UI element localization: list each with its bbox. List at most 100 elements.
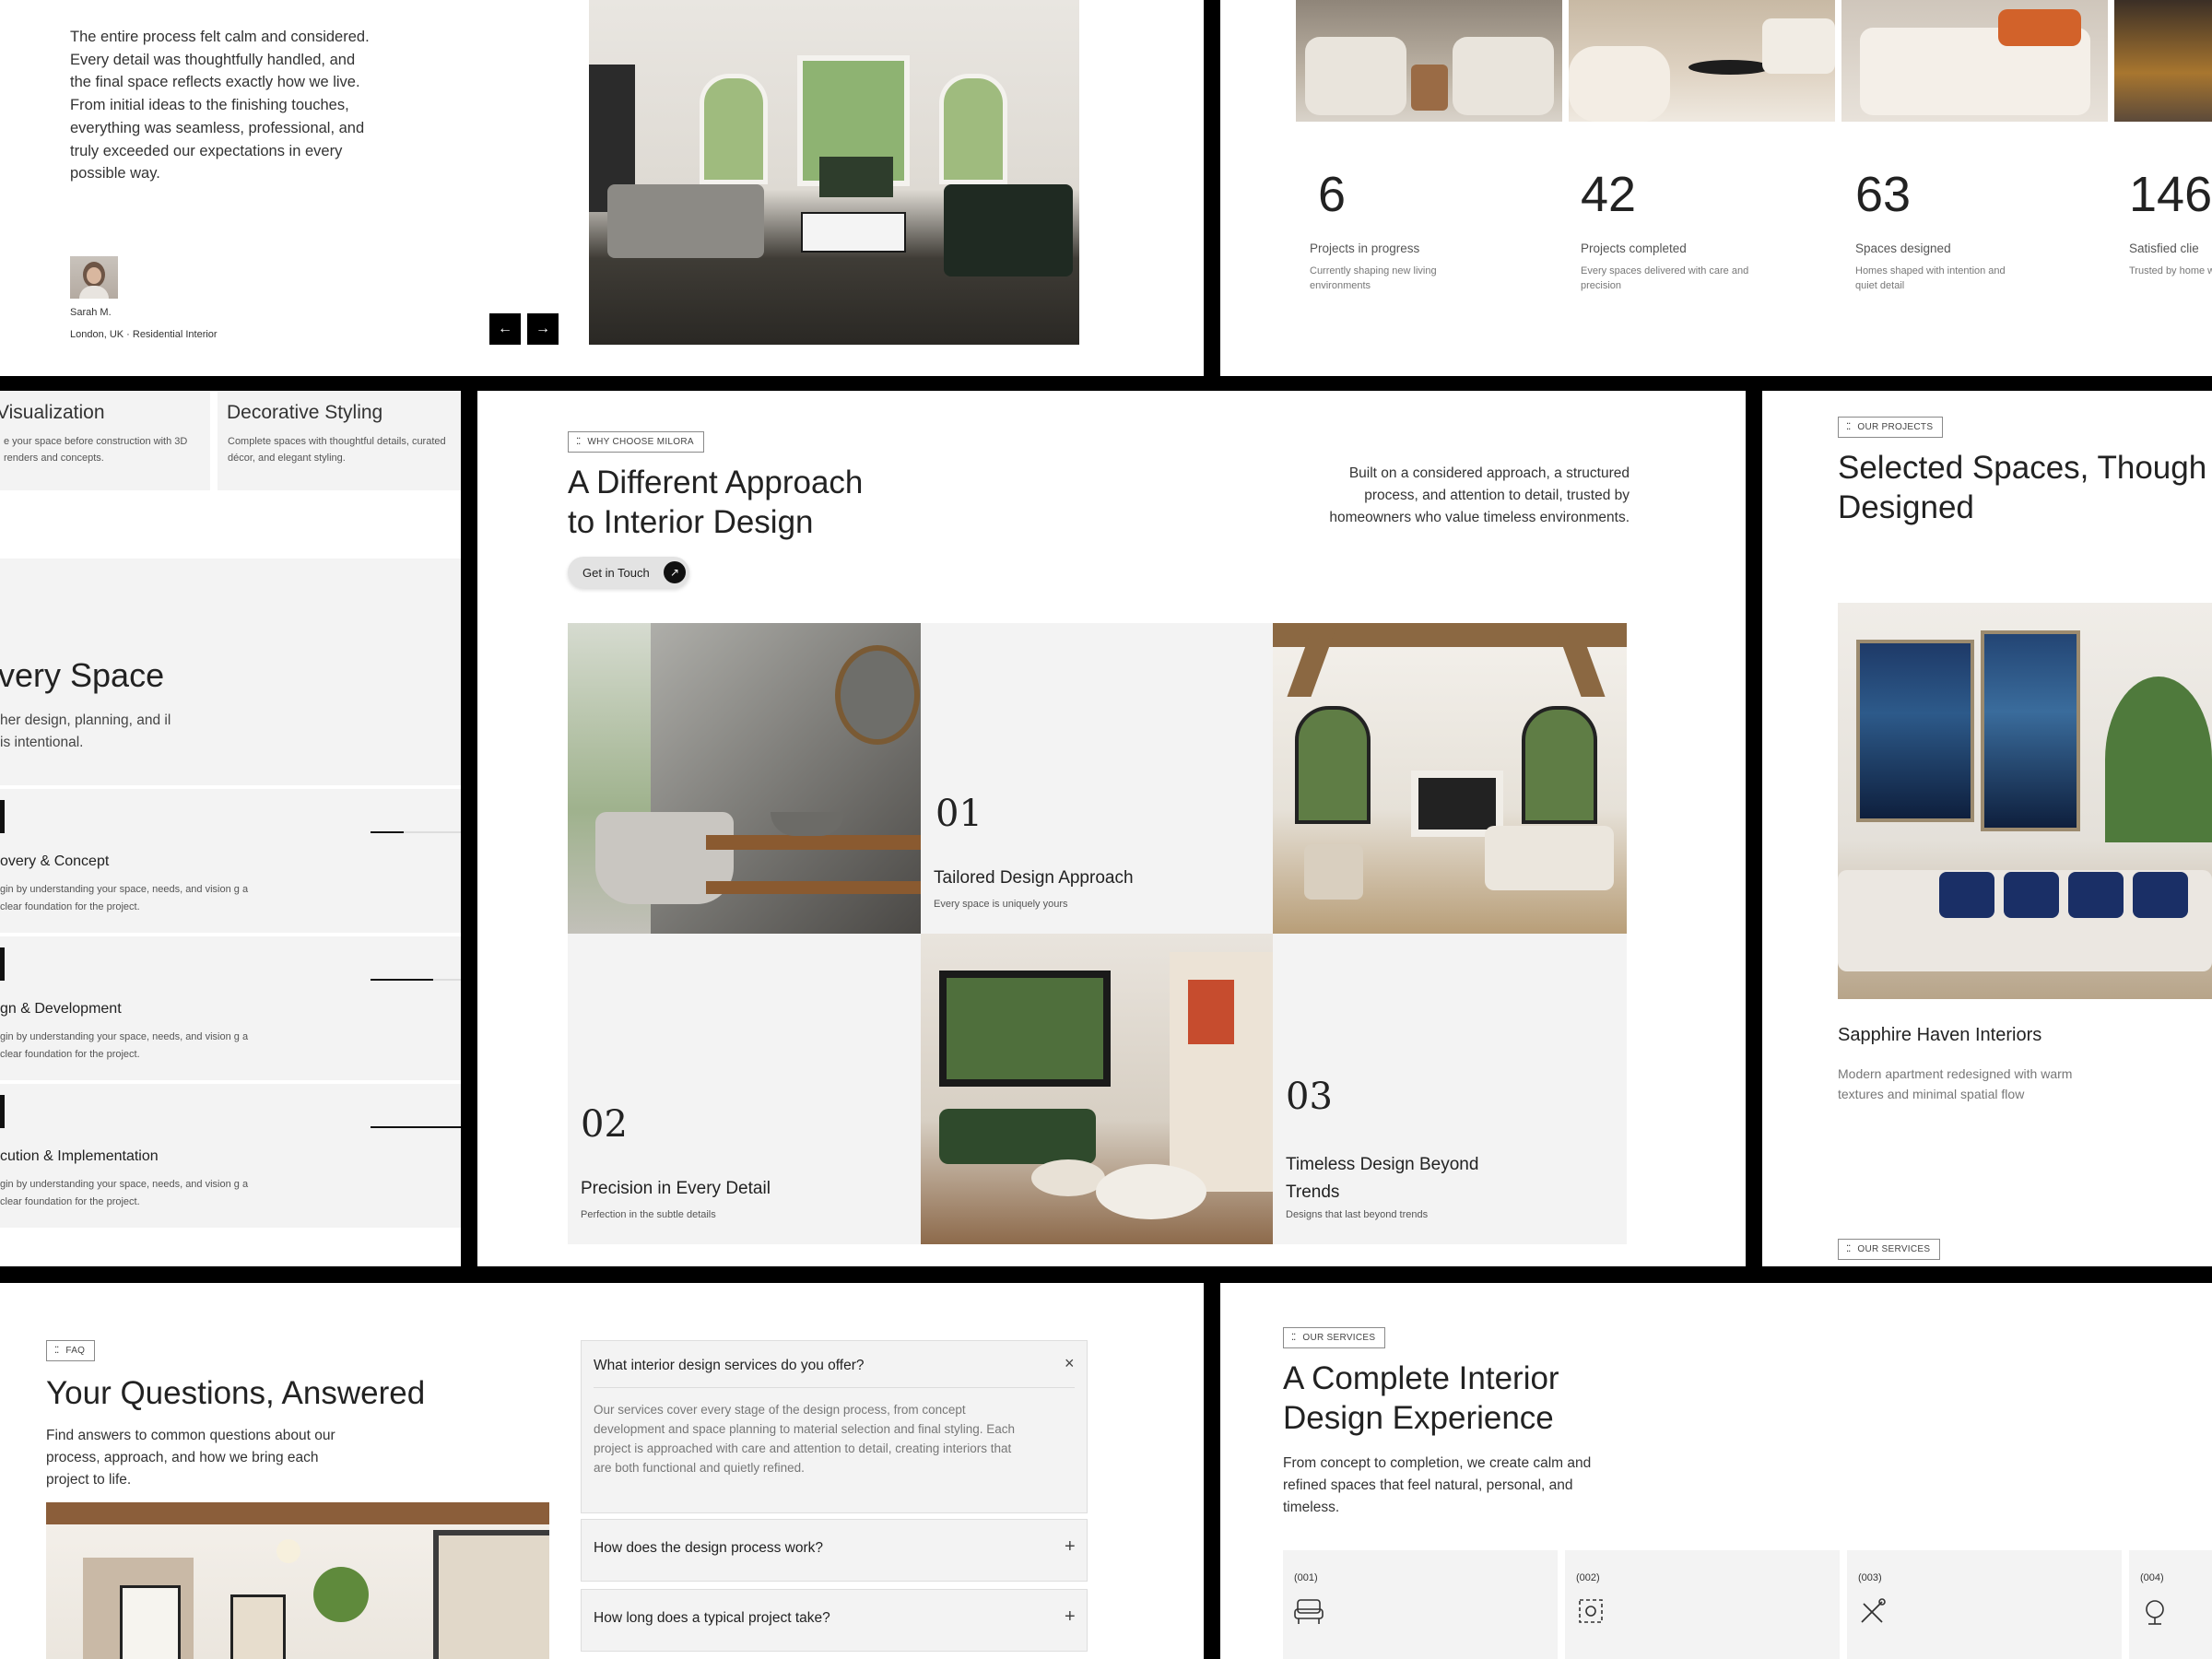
plus-icon[interactable]: +	[1065, 1536, 1076, 1558]
feature-subtitle: Perfection in the subtle details	[581, 1209, 716, 1220]
step-title: cution & Implementation	[0, 1148, 159, 1164]
stat-label-2: Projects completed	[1581, 241, 1687, 255]
why-title-line1: A Different Approach	[568, 465, 864, 500]
great-room-photo	[1273, 623, 1627, 934]
feature-number: 01	[935, 793, 982, 835]
service-card-title: Decorative Styling	[227, 402, 383, 423]
service-card-title: Visualization	[0, 402, 105, 423]
faq-photo	[46, 1502, 549, 1659]
stat-desc-2: Every spaces delivered with care and pre…	[1581, 265, 1749, 291]
faq-answer: Our services cover every stage of the de…	[594, 1403, 1016, 1475]
services-title-line2: Design Experience	[1283, 1400, 1554, 1436]
client-location: London, UK · Residential Interior	[70, 329, 218, 340]
service-card-visualization: Visualization e your space before constr…	[0, 391, 210, 490]
why-intro: Built on a considered approach, a struct…	[1329, 465, 1630, 525]
faq-item-3[interactable]: How long does a typical project take? +	[581, 1589, 1088, 1652]
faq-item-1[interactable]: What interior design services do you off…	[581, 1340, 1088, 1513]
prev-button[interactable]: ←	[489, 313, 521, 345]
sapphire-haven-photo[interactable]	[1838, 603, 2212, 999]
get-in-touch-button[interactable]: Get in Touch ↗	[568, 557, 689, 588]
step-marker	[0, 1095, 5, 1128]
bathroom-photo	[568, 623, 921, 934]
faq-intro: Find answers to common questions about o…	[46, 1428, 335, 1488]
stat-number-2: 42	[1581, 167, 1637, 222]
testimonial-quote: The entire process felt calm and conside…	[70, 29, 370, 182]
service-card-1[interactable]: (001)	[1283, 1550, 1558, 1659]
service-number: (001)	[1294, 1572, 1318, 1583]
section-tag-label: OUR PROJECTS	[1857, 422, 1934, 432]
projects-title: Selected Spaces, Though Designed	[1838, 450, 2207, 525]
dots-icon: ⁚⁚	[1846, 1244, 1851, 1254]
arrow-left-icon: ←	[498, 321, 512, 336]
faq-question[interactable]: How does the design process work?	[594, 1540, 823, 1557]
why-title-line2: to Interior Design	[568, 504, 814, 540]
section-tag-label: FAQ	[65, 1346, 86, 1356]
faq-item-2[interactable]: How does the design process work? +	[581, 1519, 1088, 1582]
process-step-1: overy & Concept gin by understanding you…	[0, 789, 461, 933]
next-button[interactable]: →	[527, 313, 559, 345]
faq-divider	[594, 1387, 1075, 1388]
section-tag-label: WHY CHOOSE MILORA	[587, 437, 694, 447]
arrow-right-icon: →	[535, 321, 550, 336]
stats-panel: 6 Projects in progress Currently shaping…	[1220, 0, 2212, 376]
service-number: (004)	[2140, 1572, 2164, 1583]
close-icon[interactable]: ×	[1065, 1354, 1075, 1373]
services-panel: ⁚⁚ OUR SERVICES A Complete Interior Desig…	[1220, 1283, 2212, 1659]
feature-card-2: 02 Precision in Every Detail Perfection …	[568, 934, 921, 1244]
feature-title: Tailored Design Approach	[934, 868, 1134, 888]
testimonial-panel: The entire process felt calm and conside…	[0, 0, 1204, 376]
step-marker	[0, 800, 5, 833]
feature-card-3: 03 Timeless Design Beyond Trends Designs…	[1273, 934, 1627, 1244]
step-marker	[0, 947, 5, 981]
section-tag-label: OUR SERVICES	[1857, 1244, 1931, 1254]
faq-question[interactable]: How long does a typical project take?	[594, 1610, 830, 1627]
plus-icon[interactable]: +	[1065, 1606, 1076, 1628]
process-panel: Visualization e your space before constr…	[0, 391, 461, 1266]
step-desc: gin by understanding your space, needs, …	[0, 1031, 249, 1060]
project-photo-1	[1296, 0, 1562, 122]
section-tag: ⁚⁚ FAQ	[46, 1340, 96, 1361]
project-photo-2	[1569, 0, 1835, 122]
process-subtext: her design, planning, and il is intentio…	[0, 712, 171, 750]
stat-desc-3: Homes shaped with intention and quiet de…	[1855, 265, 2006, 291]
dots-icon: ⁚⁚	[1846, 422, 1851, 432]
services-tag: ⁚⁚ OUR SERVICES	[1838, 1239, 1941, 1260]
project-name[interactable]: Sapphire Haven Interiors	[1838, 1025, 2041, 1046]
step-desc: gin by understanding your space, needs, …	[0, 884, 249, 912]
dots-icon: ⁚⁚	[54, 1346, 59, 1356]
feature-number: 02	[581, 1103, 628, 1146]
section-tag-label: OUR SERVICES	[1302, 1333, 1376, 1343]
process-step-2: gn & Development gin by understanding yo…	[0, 936, 461, 1080]
service-card-4[interactable]: (004)	[2129, 1550, 2212, 1659]
service-card-3[interactable]: (003)	[1847, 1550, 2122, 1659]
process-heading: very Space	[0, 656, 165, 694]
step-progress	[371, 979, 461, 981]
cta-label: Get in Touch	[582, 566, 650, 580]
step-desc: gin by understanding your space, needs, …	[0, 1179, 249, 1207]
client-name: Sarah M.	[70, 307, 112, 318]
stat-number-4: 146	[2129, 167, 2212, 222]
client-avatar	[70, 256, 118, 299]
arrow-up-right-icon: ↗	[664, 561, 686, 583]
green-lounge-photo	[921, 934, 1273, 1244]
service-number: (003)	[1858, 1572, 1882, 1583]
stat-desc-4: Trusted by home who value thoug	[2129, 265, 2212, 276]
faq-question[interactable]: What interior design services do you off…	[594, 1358, 865, 1374]
stat-label-1: Projects in progress	[1310, 241, 1420, 255]
why-choose-panel: ⁚⁚ WHY CHOOSE MILORA A Different Approach…	[477, 391, 1746, 1266]
services-intro: From concept to completion, we create ca…	[1283, 1455, 1592, 1515]
feature-subtitle: Every space is uniquely yours	[934, 899, 1068, 910]
section-tag: ⁚⁚ WHY CHOOSE MILORA	[568, 431, 704, 453]
dots-icon: ⁚⁚	[576, 437, 581, 447]
section-tag: ⁚⁚ OUR PROJECTS	[1838, 417, 1944, 438]
feature-number: 03	[1286, 1076, 1333, 1118]
stat-label-3: Spaces designed	[1855, 241, 1951, 255]
feature-title: Precision in Every Detail	[581, 1179, 771, 1198]
service-card-desc: e your space before construction with 3D…	[4, 436, 188, 464]
project-photo-4	[2114, 0, 2212, 122]
armchair-icon	[1294, 1599, 1324, 1624]
service-card-2[interactable]: (002)	[1565, 1550, 1840, 1659]
step-title: overy & Concept	[0, 853, 110, 869]
tools-icon	[1861, 1598, 1886, 1623]
feature-title: Timeless Design Beyond Trends	[1286, 1155, 1479, 1202]
